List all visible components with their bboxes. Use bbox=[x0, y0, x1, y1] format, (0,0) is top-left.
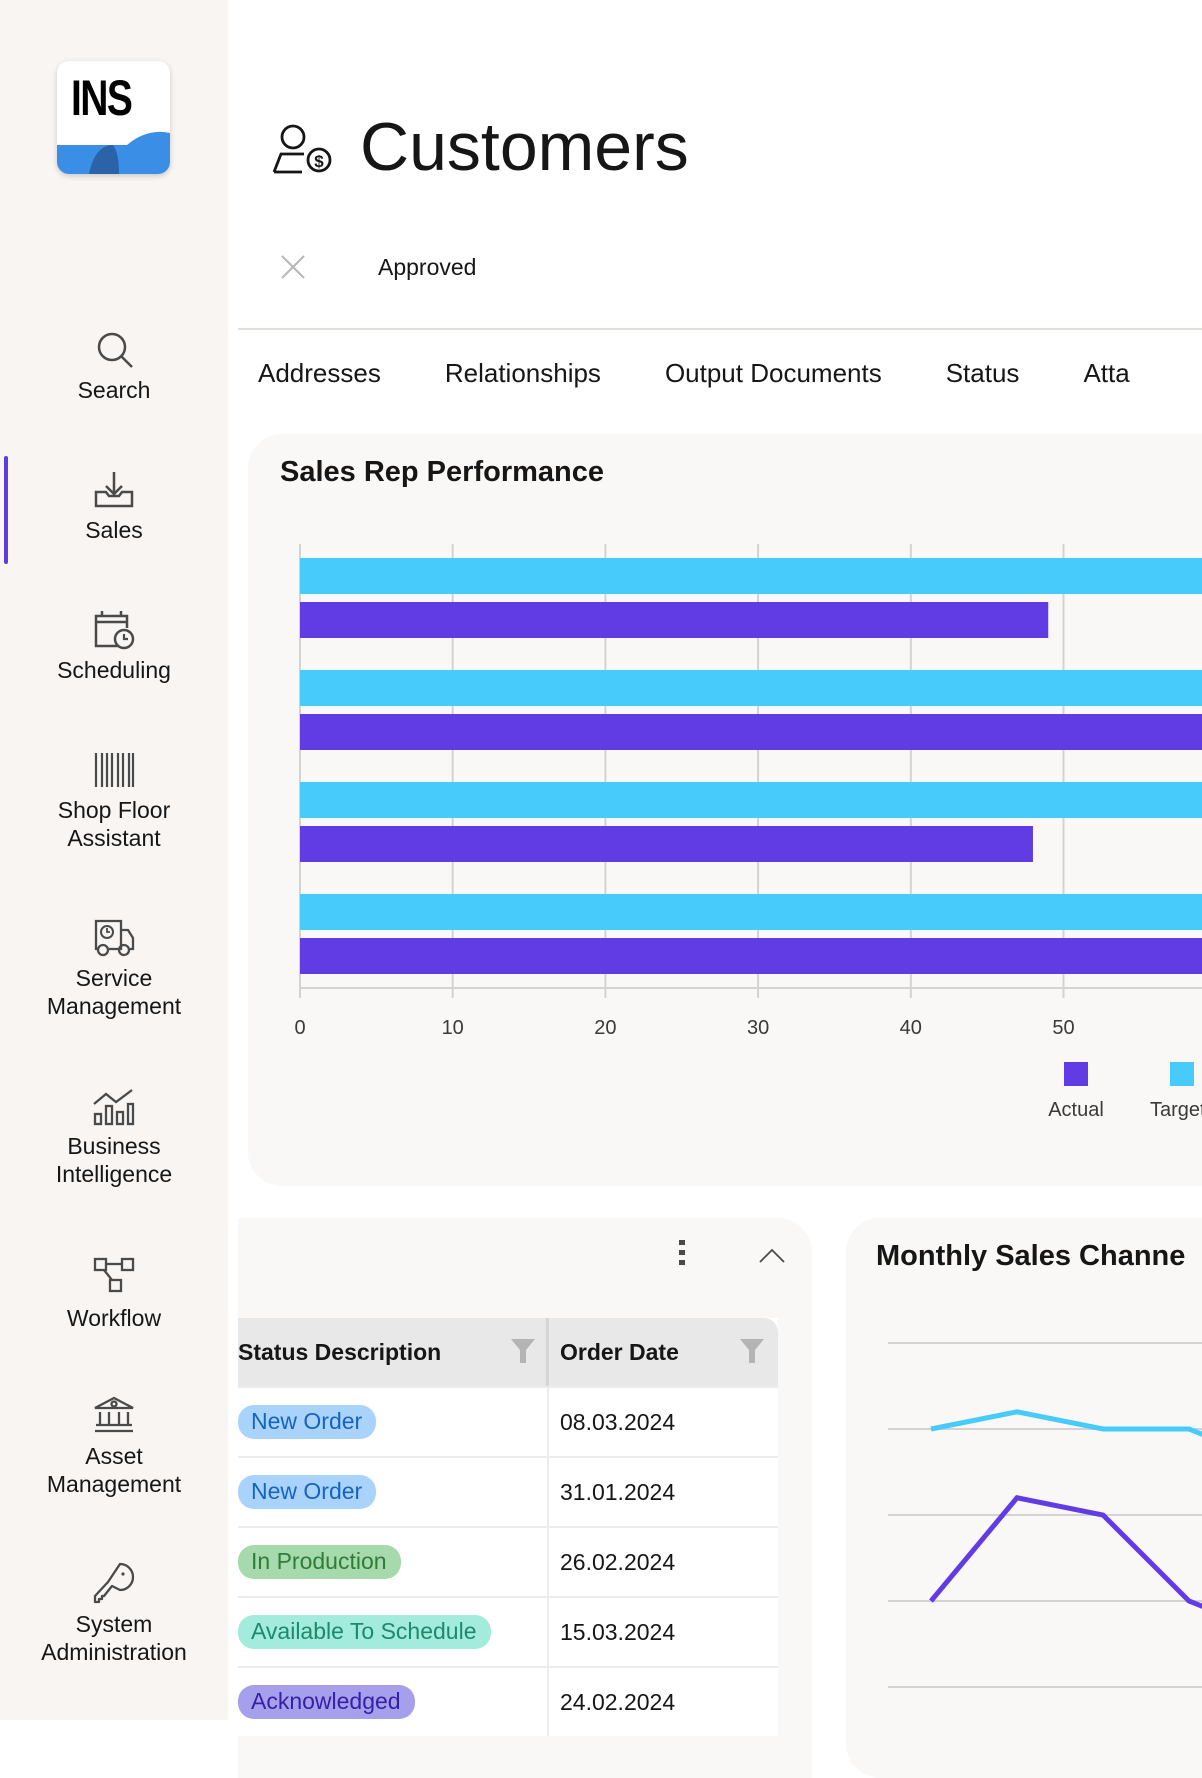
line-series-target bbox=[930, 1409, 1202, 1437]
monthly-sales-line-chart bbox=[888, 1342, 1202, 1688]
line-series-actual bbox=[929, 1495, 1202, 1609]
